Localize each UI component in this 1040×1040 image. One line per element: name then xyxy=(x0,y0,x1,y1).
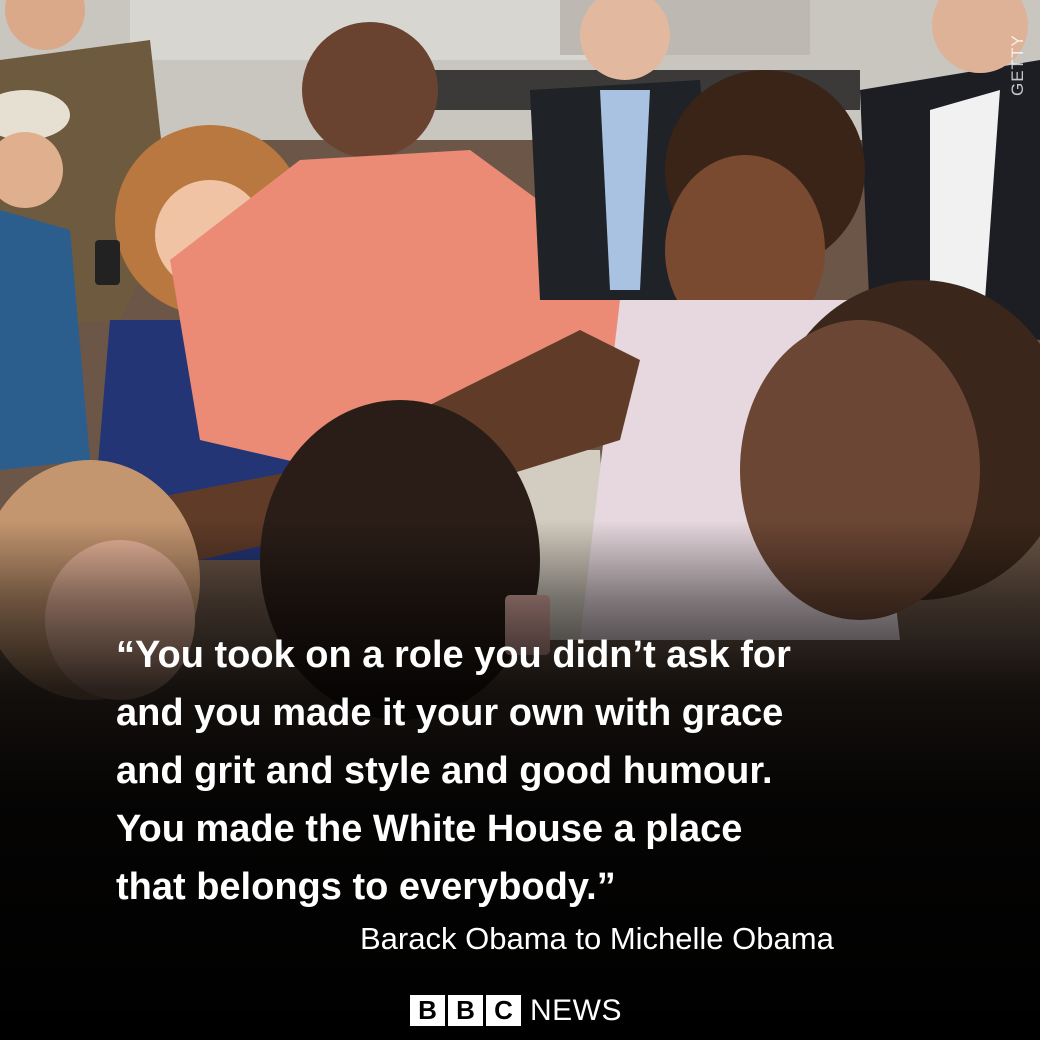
photo-credit: GETTY xyxy=(1008,34,1027,96)
logo-block: C xyxy=(486,995,521,1026)
logo-block: B xyxy=(448,995,483,1026)
quote-text: “You took on a role you didn’t ask for a… xyxy=(116,626,976,916)
logo-word: NEWS xyxy=(530,994,622,1027)
logo-block: B xyxy=(410,995,445,1026)
quote-line: that belongs to everybody.” xyxy=(116,866,616,908)
bbc-news-logo: B B C NEWS xyxy=(410,995,622,1026)
quote-line: You made the White House a place xyxy=(116,808,743,850)
quote-attribution: Barack Obama to Michelle Obama xyxy=(360,921,834,956)
quote-line: and you made it your own with grace xyxy=(116,692,784,734)
quote-line: “You took on a role you didn’t ask for xyxy=(116,634,791,676)
quote-card: GETTY “You took on a role you didn’t ask… xyxy=(0,0,1040,1040)
quote-line: and grit and style and good humour. xyxy=(116,750,773,792)
